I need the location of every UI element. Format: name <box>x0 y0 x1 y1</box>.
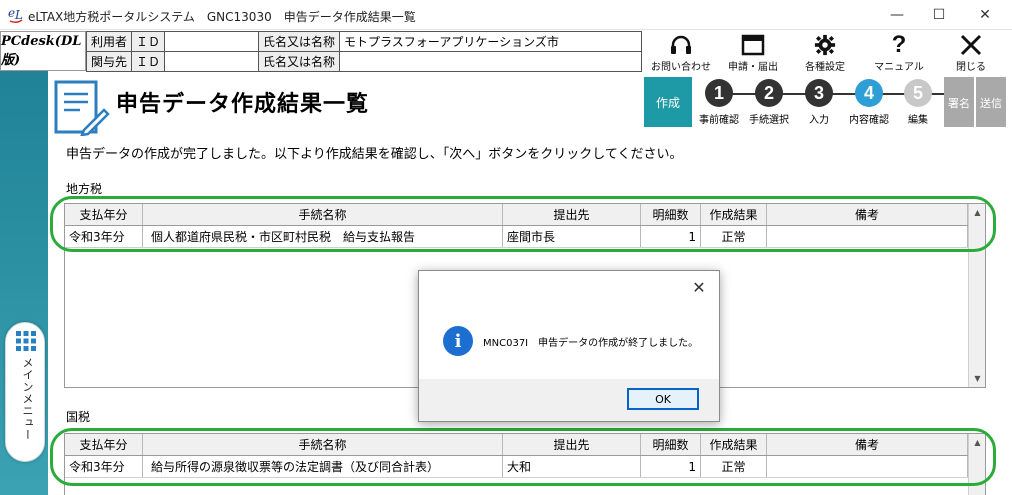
application-button[interactable]: 申請・届出 <box>718 31 788 73</box>
grid-icon <box>16 331 36 351</box>
user-id-value <box>164 31 260 52</box>
step-3: 3 入力 <box>792 79 846 126</box>
ok-button[interactable]: OK <box>627 388 699 410</box>
phase-create-label: 作成 <box>644 77 692 127</box>
user-info-table: 利用者 ＩＤ 氏名又は名称 モトプラスフォーアプリケーションズ市 関与先 ＩＤ … <box>85 31 642 72</box>
instruction-text: 申告データの作成が完了しました。以下より作成結果を確認し、「次へ」ボタンをクリッ… <box>66 147 683 162</box>
partner-id-label: ＩＤ <box>131 51 166 72</box>
eltax-logo-icon: e L <box>8 6 23 24</box>
partner-label: 関与先 <box>85 51 133 72</box>
step-2-number: 2 <box>755 79 783 107</box>
partner-name-value <box>339 51 642 72</box>
step-4: 4 内容確認 <box>842 79 896 126</box>
inquiry-button[interactable]: お問い合わせ <box>646 31 716 73</box>
partner-id-value <box>164 51 260 72</box>
local-tax-label: 地方税 <box>66 182 103 196</box>
window-close-button[interactable]: ✕ <box>962 0 1008 30</box>
user-name-label: 氏名又は名称 <box>258 31 341 52</box>
gear-icon <box>814 34 836 56</box>
step-send: 送信 <box>976 77 1006 127</box>
title-bar: e L eLTAX地方税ポータルシステム GNC13030 申告データ作成結果一… <box>0 0 1012 30</box>
step-5: 5 編集 <box>891 79 945 126</box>
step-sign: 署名 <box>944 77 974 127</box>
window-title: eLTAX地方税ポータルシステム GNC13030 申告データ作成結果一覧 <box>28 10 416 24</box>
page-title: 申告データ作成結果一覧 <box>116 92 370 117</box>
step-3-number: 3 <box>805 79 833 107</box>
scroll-down-icon[interactable]: ▼ <box>969 370 986 387</box>
maximize-button[interactable]: ☐ <box>916 0 962 30</box>
close-app-button[interactable]: 閉じる <box>936 31 1006 73</box>
step-5-label: 編集 <box>908 115 928 126</box>
user-name-value: モトプラスフォーアプリケーションズ市 <box>339 31 642 52</box>
step-2: 2 手続選択 <box>742 79 796 126</box>
step-2-label: 手続選択 <box>749 115 789 126</box>
step-progress-bar: 作成 1 事前確認 2 手続選択 3 入力 4 内容確認 5 編集 署名 送信 <box>644 77 1007 127</box>
headset-icon <box>671 35 691 54</box>
partner-name-label: 氏名又は名称 <box>258 51 341 72</box>
step-4-number: 4 <box>855 79 883 107</box>
dialog-footer: OK <box>419 379 719 421</box>
document-edit-icon <box>54 80 110 136</box>
step-1-number: 1 <box>705 79 733 107</box>
window-icon <box>741 34 765 56</box>
user-id-label: ＩＤ <box>131 31 166 52</box>
national-tax-label: 国税 <box>66 410 91 424</box>
step-3-label: 入力 <box>809 115 829 126</box>
main-menu-label: メインメニュー <box>21 357 34 441</box>
info-icon: i <box>443 326 473 356</box>
step-5-number: 5 <box>904 79 932 107</box>
manual-button[interactable]: ? マニュアル <box>864 31 934 74</box>
step-1: 1 事前確認 <box>692 79 746 126</box>
close-icon <box>960 34 982 56</box>
highlight-local-tax <box>50 196 996 252</box>
question-icon: ? <box>891 31 907 58</box>
dialog-message: MNC037I 申告データの作成が終了しました。 <box>483 338 699 349</box>
pcdesk-logo: PCdesk(DL版) <box>0 31 86 71</box>
step-4-label: 内容確認 <box>849 115 889 126</box>
user-label: 利用者 <box>85 31 133 52</box>
step-1-label: 事前確認 <box>699 115 739 126</box>
settings-button[interactable]: 各種設定 <box>790 31 860 73</box>
main-menu-button[interactable]: メインメニュー <box>5 322 45 462</box>
message-dialog: ✕ i MNC037I 申告データの作成が終了しました。 OK <box>418 270 720 422</box>
minimize-button[interactable]: — <box>874 0 920 30</box>
highlight-national-tax <box>50 428 996 486</box>
dialog-close-button[interactable]: ✕ <box>689 277 709 297</box>
